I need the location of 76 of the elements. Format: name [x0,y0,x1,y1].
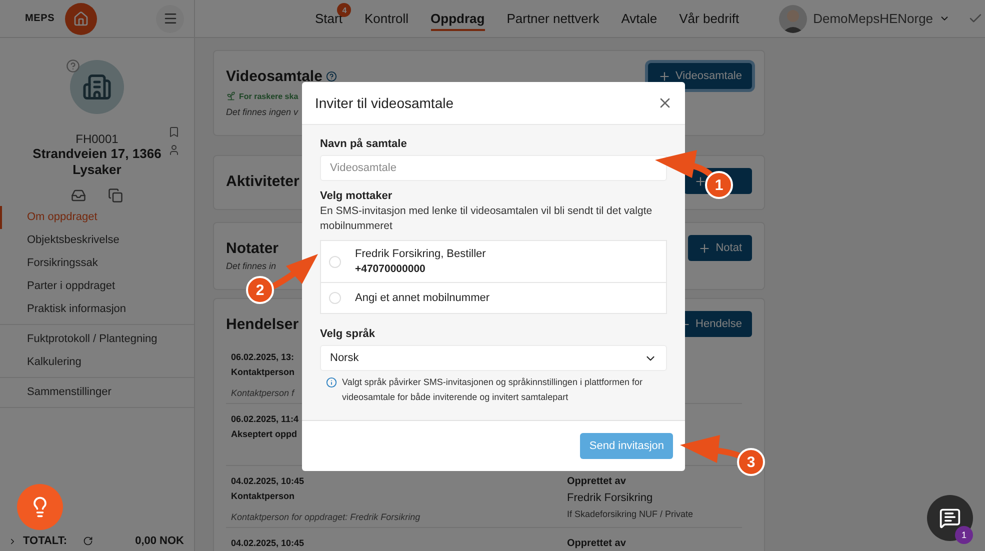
sidebar-item[interactable]: Kalkulering [0,351,194,374]
field-label: Velg mottaker [320,190,394,202]
help-icon[interactable] [66,59,80,73]
option-label[interactable]: Fredrik Forsikring, Bestiller [355,248,486,260]
sprout-icon [226,91,236,101]
sidebar-item[interactable]: Objektsbeskrivelse [0,229,194,252]
sidebar-item[interactable]: Sammenstillinger [0,381,194,404]
event-date: 06.02.2025, 13: [231,352,294,362]
created-by-org: If Skadeforsikring NUF / Private [567,509,694,519]
nav-tab[interactable]: Vår bedrift [679,6,740,30]
add-note-button[interactable]: Notat [688,235,752,261]
chat-icon [939,507,961,529]
language-select[interactable]: Norsk [320,345,667,371]
created-by-label: Opprettet av [567,538,626,549]
event-date: 06.02.2025, 11:4 [231,414,299,424]
user-name[interactable]: DemoMepsHENorge [813,11,934,26]
help-icon[interactable] [326,70,338,82]
sidebar-item[interactable]: Forsikringssak [0,252,194,275]
event-title: Akseptert oppd [231,429,298,439]
bookmark-icon[interactable] [168,126,180,138]
radio-button[interactable] [329,292,341,304]
notification-badge: 1 [955,526,973,544]
copy-icon[interactable] [108,188,123,203]
option-phone: +47070000000 [355,263,426,275]
sidebar-item[interactable]: Parter i oppdraget [0,275,194,298]
plus-icon [698,242,711,254]
refresh-icon[interactable] [83,536,93,546]
option-label[interactable]: Angi et annet mobilnummer [355,292,490,304]
card-title: Notater [226,240,279,256]
empty-message: Det finnes in [226,261,276,271]
logo-house-icon [64,2,97,34]
field-label: Navn på samtale [320,138,408,150]
event-date: 04.02.2025, 10:45 [231,538,304,548]
chat-button[interactable] [927,495,973,541]
event-date: 04.02.2025, 10:45 [231,476,304,486]
field-label: Velg språk [320,328,376,340]
recipient-help: En SMS-invitasjon med lenke til videosamtalen vil bli sendt til det valgte mobilnummeret [320,204,654,234]
event-note: Kontaktperson f [231,388,294,398]
menu-icon [162,11,178,26]
expand-icon[interactable] [8,536,17,546]
created-by-label: Opprettet av [567,476,626,487]
card-title: Videosamtale [226,68,322,84]
case-address: Strandveien 17, 1366 Lysaker [32,146,162,178]
user-avatar[interactable] [779,4,808,32]
event-title: Kontaktperson [231,491,295,501]
case-id: FH0001 [76,132,118,146]
tray-icon[interactable] [71,188,86,203]
language-info: Valgt språk påvirker SMS-invitasjonen og språkinnstillingen i plattformen for videosamtale for både inviterende og invitert samtalepart [342,376,644,404]
logo-text: MEPS [25,13,55,24]
nav-tab[interactable]: Kontroll [364,6,409,30]
radio-button[interactable] [329,256,341,268]
plus-icon [694,174,707,188]
notification-badge: 4 [337,3,352,17]
event-note: Kontaktperson for oppdraget: Fredrik Forsikring [231,512,420,522]
nav-tab[interactable]: Partner nettverk [506,6,600,30]
empty-message: Det finnes ingen v [226,107,298,117]
nav-tab[interactable]: Oppdrag [430,6,485,30]
call-name-field[interactable]: Videosamtale [320,155,667,181]
sidebar-item[interactable]: Praktisk informasjon [0,298,194,321]
dialog-title: Inviter til videosamtale [315,95,454,111]
nav-tab[interactable]: Avtale [621,6,658,30]
send-invitation-button[interactable]: Send invitasjon [580,433,673,459]
add-video-call-button[interactable]: Videosamtale [648,63,752,89]
user-icon[interactable] [168,144,180,156]
card-title: Hendelser [226,316,299,332]
total-label: TOTALT: [23,535,67,547]
sidebar-item[interactable]: Fuktprotokoll / Plantegning [0,328,194,351]
event-title: Kontaktperson [231,367,295,377]
sidebar-item[interactable]: Om oppdraget [0,206,194,229]
info-icon [326,377,337,388]
building-icon [82,72,112,102]
total-amount: 0,00 NOK [135,535,184,547]
hint-text: For raskere ska [239,92,298,100]
menu-button[interactable] [156,4,184,32]
created-by-name: Fredrik Forsikring [567,492,653,504]
card-title: Aktiviteter [226,172,300,190]
